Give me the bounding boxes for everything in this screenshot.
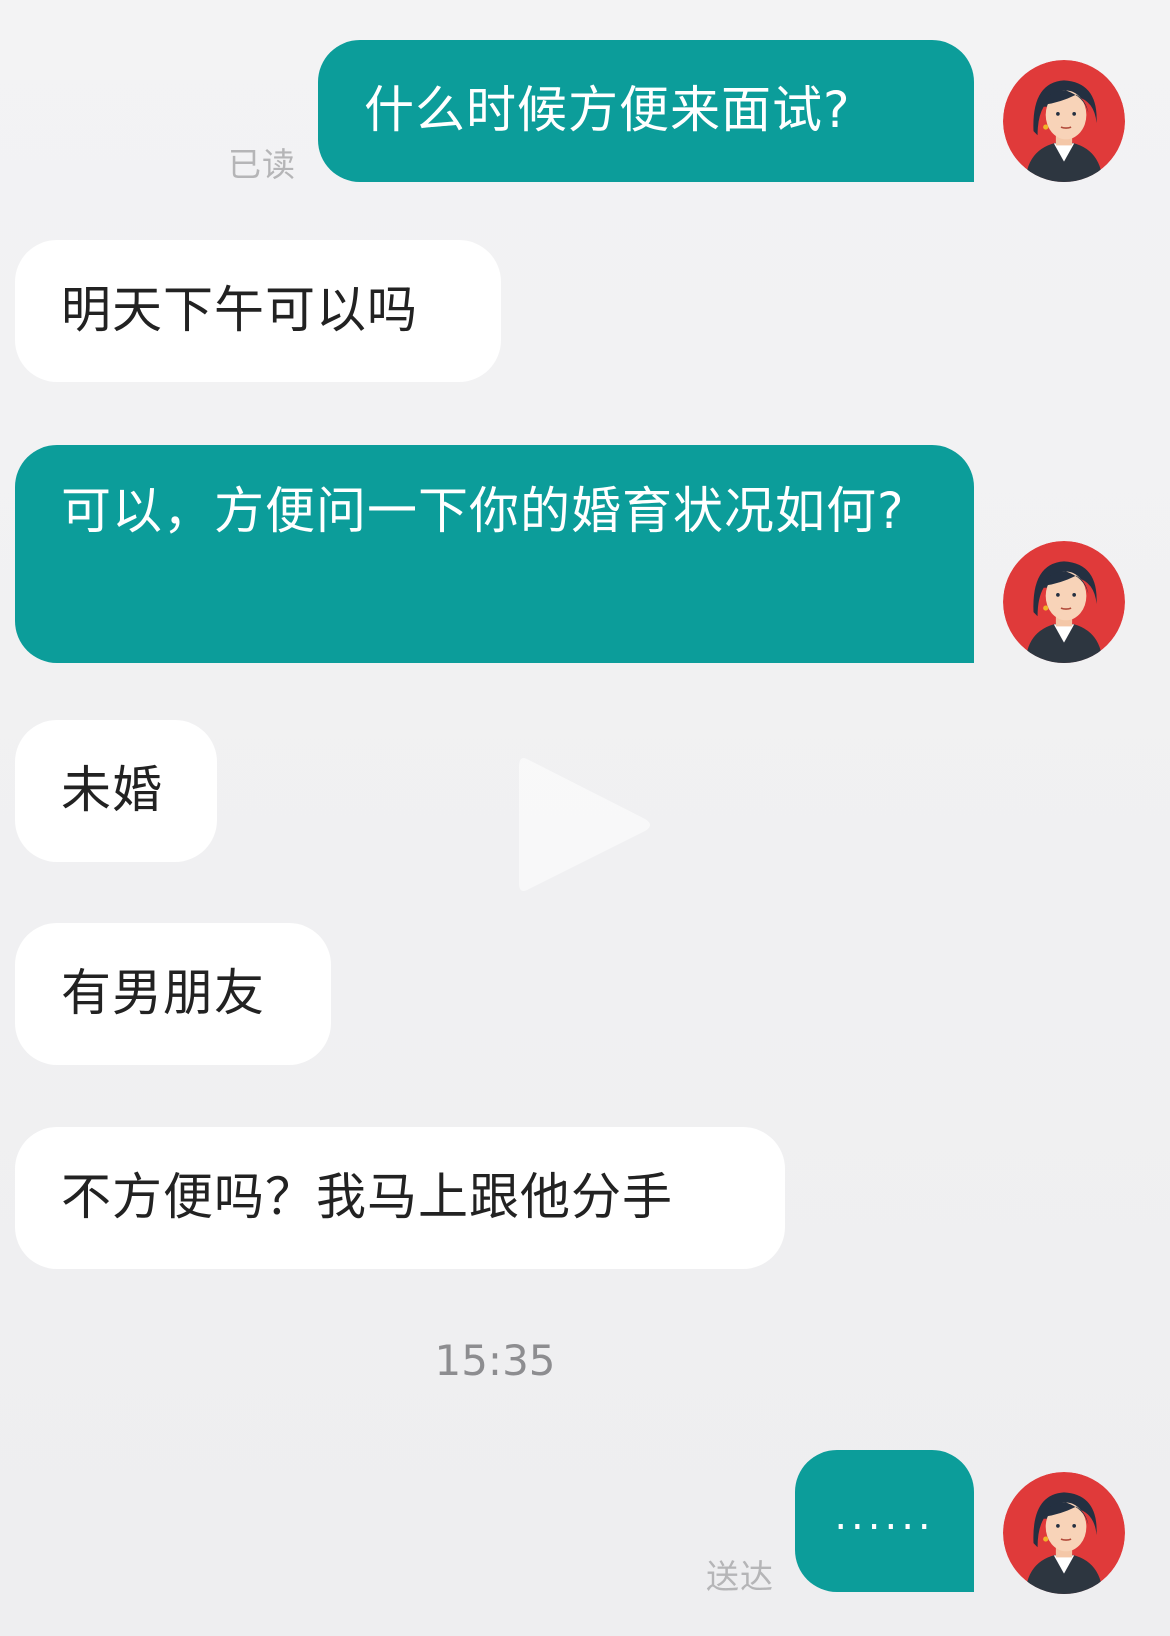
message-bubble-received[interactable]: 未婚 xyxy=(15,720,217,862)
avatar[interactable] xyxy=(1003,60,1125,182)
message-bubble-sent[interactable]: ...... xyxy=(795,1450,974,1592)
chat-timestamp: 15:35 xyxy=(434,1336,556,1385)
message-bubble-received[interactable]: 有男朋友 xyxy=(15,923,331,1065)
play-icon[interactable] xyxy=(505,745,665,905)
message-text: 明天下午可以吗 xyxy=(61,281,418,339)
chat-screen: 已读 什么时候方便来面试? 明天下午可以吗 可以，方便问一下你的婚育状况如何? xyxy=(0,0,1170,1636)
message-bubble-received[interactable]: 不方便吗？我马上跟他分手 xyxy=(15,1127,785,1269)
message-text: 未婚 xyxy=(61,761,163,819)
message-text: 不方便吗？我马上跟他分手 xyxy=(61,1168,673,1226)
message-text: ...... xyxy=(834,1493,935,1539)
avatar[interactable] xyxy=(1003,541,1125,663)
woman-avatar-icon xyxy=(1003,60,1125,182)
woman-avatar-icon xyxy=(1003,541,1125,663)
read-status: 已读 xyxy=(228,145,296,184)
message-text: 什么时候方便来面试? xyxy=(364,81,851,139)
message-bubble-sent[interactable]: 可以，方便问一下你的婚育状况如何? xyxy=(15,445,974,663)
message-text: 有男朋友 xyxy=(61,964,265,1022)
message-bubble-sent[interactable]: 什么时候方便来面试? xyxy=(318,40,974,182)
delivered-status: 送达 xyxy=(706,1557,774,1596)
message-bubble-received[interactable]: 明天下午可以吗 xyxy=(15,240,501,382)
message-text: 可以，方便问一下你的婚育状况如何? xyxy=(61,482,905,540)
woman-avatar-icon xyxy=(1003,1472,1125,1594)
avatar[interactable] xyxy=(1003,1472,1125,1594)
